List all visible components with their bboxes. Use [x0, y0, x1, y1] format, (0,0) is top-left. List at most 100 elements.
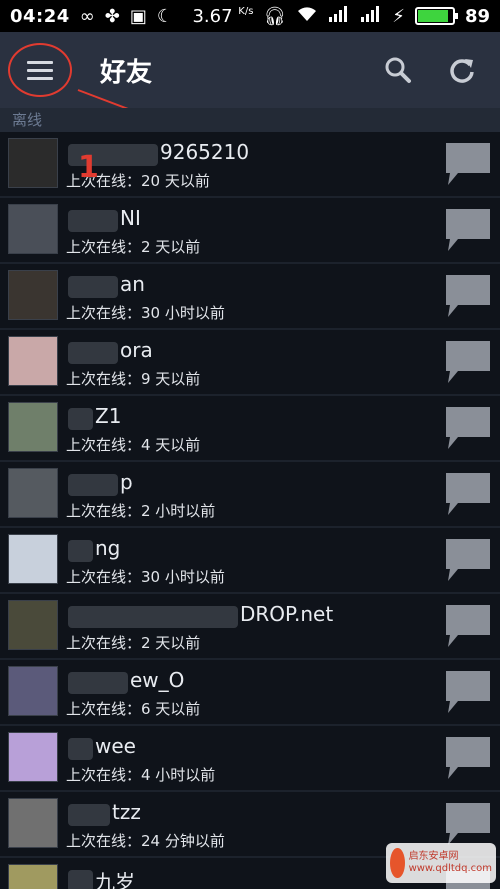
headset-icon: 🎧︎: [263, 5, 287, 27]
friend-row[interactable]: ng 上次在线：30 小时以前: [0, 528, 500, 594]
friend-row[interactable]: NI 上次在线：2 天以前: [0, 198, 500, 264]
photo-icon: ▣: [129, 5, 147, 27]
chat-button[interactable]: [444, 207, 492, 253]
name-redaction: [68, 540, 93, 562]
search-button[interactable]: [382, 54, 414, 86]
chat-bubble-icon: [446, 143, 490, 185]
name-redaction: [68, 408, 93, 430]
chat-button[interactable]: [444, 141, 492, 187]
friend-list: 9265210 上次在线：20 天以前 NI 上次在线：2 天以前 an 上次在线：30 …: [0, 132, 500, 889]
network-speed: 3.67 K/s: [192, 5, 254, 27]
friend-name: ng: [95, 536, 121, 560]
chat-button[interactable]: [444, 273, 492, 319]
watermark: 启东安卓网 www.qdltdq.com: [386, 843, 496, 883]
chat-button[interactable]: [444, 735, 492, 781]
chat-button[interactable]: [444, 669, 492, 715]
screen: 04:24 ∞ ✤ ▣ ☾ 3.67 K/s 🎧︎ ⚡ 89 好友 离线 926…: [0, 0, 500, 889]
avatar: [8, 732, 58, 782]
friend-name: ora: [120, 338, 153, 362]
friend-last-online: 上次在线：2 天以前: [66, 238, 201, 256]
chat-button[interactable]: [444, 537, 492, 583]
chat-bubble-icon: [446, 407, 490, 449]
section-header-offline: 离线: [0, 108, 500, 132]
battery-icon: [414, 7, 458, 25]
friend-name: tzz: [112, 800, 141, 824]
charging-icon: ⚡: [392, 5, 405, 27]
friend-row[interactable]: Z1 上次在线：4 天以前: [0, 396, 500, 462]
name-redaction: [68, 474, 118, 496]
avatar: [8, 336, 58, 386]
friend-name: an: [120, 272, 145, 296]
watermark-line2: www.qdltdq.com: [408, 863, 492, 874]
friend-last-online: 上次在线：2 小时以前: [66, 502, 216, 520]
friend-name: DROP.net: [240, 602, 334, 626]
friend-last-online: 上次在线：30 小时以前: [66, 568, 225, 586]
friend-name: p: [120, 470, 133, 494]
friend-row[interactable]: p 上次在线：2 小时以前: [0, 462, 500, 528]
avatar: [8, 798, 58, 848]
friend-row[interactable]: ora 上次在线：9 天以前: [0, 330, 500, 396]
friend-last-online: 上次在线：24 分钟以前: [66, 832, 225, 850]
chat-bubble-icon: [446, 605, 490, 647]
chat-bubble-icon: [446, 341, 490, 383]
watermark-logo: [390, 848, 405, 878]
name-redaction: [68, 276, 118, 298]
friend-row[interactable]: 9265210 上次在线：20 天以前: [0, 132, 500, 198]
refresh-button[interactable]: [446, 54, 478, 86]
page-title: 好友: [100, 57, 153, 88]
friend-row[interactable]: wee 上次在线：4 小时以前: [0, 726, 500, 792]
name-redaction: [68, 210, 118, 232]
app-bar: 好友: [0, 32, 500, 108]
friend-last-online: 上次在线：2 天以前: [66, 634, 201, 652]
avatar: [8, 204, 58, 254]
friend-name: Z1: [95, 404, 122, 428]
chat-button[interactable]: [444, 603, 492, 649]
avatar: [8, 666, 58, 716]
chat-button[interactable]: [444, 339, 492, 385]
avatar: [8, 402, 58, 452]
highlight-circle: [8, 43, 72, 97]
avatar: [8, 600, 58, 650]
avatar: [8, 864, 58, 889]
avatar: [8, 270, 58, 320]
menu-button[interactable]: [8, 43, 72, 97]
signal-icon-2: [360, 5, 382, 28]
annotation-number: 1: [78, 150, 99, 185]
refresh-icon: [450, 59, 474, 83]
moon-icon: ☾: [156, 5, 174, 27]
chat-button[interactable]: [444, 801, 492, 847]
friend-name: 九岁: [95, 870, 135, 889]
chat-bubble-icon: [446, 473, 490, 515]
chat-bubble-icon: [446, 803, 490, 845]
status-time: 04:24: [10, 5, 70, 27]
chat-bubble-icon: [446, 275, 490, 317]
chat-bubble-icon: [446, 539, 490, 581]
friend-row[interactable]: ew_O 上次在线：6 天以前: [0, 660, 500, 726]
friend-last-online: 上次在线：4 天以前: [66, 436, 201, 454]
avatar: [8, 534, 58, 584]
name-redaction: [68, 606, 238, 628]
chat-bubble-icon: [446, 671, 490, 713]
friend-row[interactable]: an 上次在线：30 小时以前: [0, 264, 500, 330]
chat-button[interactable]: [444, 471, 492, 517]
friend-row[interactable]: DROP.net 上次在线：2 天以前: [0, 594, 500, 660]
friend-last-online: 上次在线：30 小时以前: [66, 304, 225, 322]
name-redaction: [68, 738, 93, 760]
chat-bubble-icon: [446, 209, 490, 251]
battery-level: 89: [464, 5, 490, 27]
infinity-icon: ∞: [79, 5, 95, 27]
friend-name: 9265210: [160, 140, 250, 164]
friend-name: wee: [95, 734, 136, 758]
name-redaction: [68, 804, 110, 826]
friend-last-online: 上次在线：4 小时以前: [66, 766, 216, 784]
signal-icon: [328, 5, 350, 28]
chat-bubble-icon: [446, 737, 490, 779]
friend-name: ew_O: [130, 668, 185, 692]
friend-last-online: 上次在线：6 天以前: [66, 700, 201, 718]
watermark-line1: 启东安卓网: [408, 851, 459, 862]
name-redaction: [68, 870, 93, 889]
avatar: [8, 138, 58, 188]
chat-button[interactable]: [444, 405, 492, 451]
wifi-icon: [296, 5, 318, 28]
search-icon: [385, 57, 411, 83]
